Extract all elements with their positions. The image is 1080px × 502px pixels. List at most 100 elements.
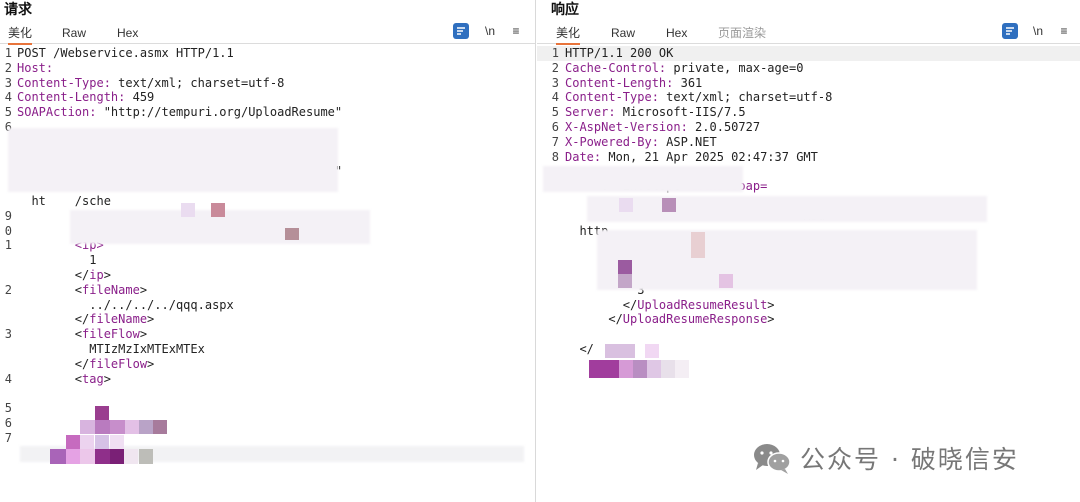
code-line: 6 X-AspNet-Version: 2.0.50727: [537, 120, 1080, 135]
line-number: 8: [551, 149, 559, 164]
code-token: text/xml; charset=utf-8: [110, 75, 285, 90]
line-content: X-AspNet-Version: 2.0.50727: [565, 120, 760, 135]
redaction-blur: [543, 166, 743, 192]
code-token: >: [767, 312, 775, 327]
watermark: 公众号 · 破晓信安: [752, 440, 1019, 476]
view-layout-toggle[interactable]: [996, 0, 1076, 4]
response-tab-render[interactable]: 页面渲染: [718, 25, 766, 41]
code-token: </: [565, 342, 594, 356]
response-newline-button[interactable]: \n: [1030, 23, 1046, 39]
code-token: UploadResumeResult: [637, 297, 768, 312]
redaction-pixel: [80, 420, 95, 434]
redaction-pixel: [605, 344, 635, 358]
redaction-pixel: [95, 435, 109, 449]
line-number: 5: [4, 401, 12, 416]
redaction-pixel: [691, 232, 705, 258]
request-newline-button[interactable]: \n: [482, 23, 498, 39]
redaction-pixel: [285, 228, 299, 240]
code-token: Content-Length:: [17, 90, 126, 105]
code-line: 4 Content-Length: 459: [0, 90, 535, 105]
code-token: </: [17, 312, 90, 327]
code-token: tag: [82, 371, 104, 386]
redaction-pixel: [618, 274, 632, 288]
line-number: 2: [4, 60, 12, 75]
redaction-blur: [597, 230, 977, 290]
redaction-pixel: [675, 360, 689, 378]
redaction-pixel: [619, 198, 633, 212]
code-token: 1: [17, 253, 97, 268]
line-content: </UploadResumeResult>: [565, 298, 775, 313]
redaction-pixel: [80, 449, 95, 464]
line-content: Content-Length: 459: [17, 90, 154, 105]
redaction-pixel: [139, 449, 153, 464]
request-tab-hex[interactable]: Hex: [117, 25, 138, 41]
watermark-text: 公众号 · 破晓信安: [800, 445, 1019, 474]
line-content: <fileName>: [17, 283, 147, 298]
line-content: Cache-Control: private, max-age=0: [565, 61, 803, 76]
line-content: ../../../../qqq.aspx: [17, 298, 234, 313]
request-pretty-toggle-icon[interactable]: [453, 23, 469, 39]
code-line: </ip>: [0, 268, 535, 283]
code-line: 4 Content-Type: text/xml; charset=utf-8: [537, 90, 1080, 105]
code-line: 1 HTTP/1.1 200 OK: [537, 46, 1080, 61]
response-pane: 响应 美化 Raw Hex 页面渲染 \n ≡ 1 HTTP/1.1 200 OK…: [537, 0, 1080, 502]
line-content: X-Powered-By: ASP.NET: [565, 135, 717, 150]
line-content: Content-Type: text/xml; charset=utf-8: [565, 90, 832, 105]
request-menu-icon[interactable]: ≡: [508, 23, 524, 39]
line-number: 5: [4, 105, 12, 120]
line-number: 6: [4, 416, 12, 430]
redaction-pixel: [719, 274, 733, 288]
response-title: 响应: [551, 1, 579, 17]
request-tab-raw[interactable]: Raw: [62, 25, 86, 41]
redaction-pixel: [645, 344, 659, 358]
redaction-pixel: [589, 360, 619, 378]
redaction-pixel: [66, 435, 80, 449]
response-tab-pretty[interactable]: 美化: [556, 25, 581, 45]
line-content: <tag>: [17, 372, 111, 387]
line-content: </fileName>: [17, 312, 154, 327]
code-token: 2.0.50727: [687, 120, 761, 134]
code-token: Date:: [565, 149, 602, 164]
code-token: Mon, 21 Apr 2025 02:47:37 GMT: [601, 149, 818, 164]
code-line: 2 Host:: [0, 61, 535, 76]
response-tab-raw[interactable]: Raw: [611, 25, 635, 41]
code-token: Content-Type:: [17, 75, 111, 90]
code-line: 4 <tag>: [0, 372, 535, 387]
line-number: 2: [551, 60, 559, 75]
redaction-pixel: [153, 420, 167, 434]
response-tab-hex[interactable]: Hex: [666, 25, 687, 41]
line-content: </: [565, 342, 594, 357]
code-line: 5 Server: Microsoft-IIS/7.5: [537, 105, 1080, 120]
response-pretty-toggle-icon[interactable]: [1002, 23, 1018, 39]
redaction-pixel: [211, 203, 225, 217]
line-content: Content-Type: text/xml; charset=utf-8: [17, 76, 284, 91]
code-token: Cache-Control:: [565, 60, 667, 75]
code-token: >: [139, 282, 148, 297]
line-content: Content-Length: 361: [565, 76, 702, 91]
code-line: 7 X-Powered-By: ASP.NET: [537, 135, 1080, 150]
line-content: ht /sche: [17, 194, 110, 209]
code-token: Host:: [17, 60, 54, 75]
line-content: Server: Microsoft-IIS/7.5: [565, 105, 746, 120]
line-number: 6: [551, 120, 559, 134]
redaction-pixel: [110, 420, 125, 434]
line-number: 2: [4, 282, 12, 297]
code-token: </: [565, 297, 638, 312]
code-token: Server:: [565, 105, 616, 120]
line-number: 4: [4, 90, 12, 105]
code-token: X-AspNet-Version:: [565, 120, 688, 134]
request-tab-pretty[interactable]: 美化: [8, 25, 33, 45]
code-line: 1 POST /Webservice.asmx HTTP/1.1: [0, 46, 535, 61]
code-line: </fileFlow>: [0, 357, 535, 372]
redaction-pixel: [110, 449, 124, 464]
response-menu-icon[interactable]: ≡: [1056, 23, 1072, 39]
line-number: 3: [551, 75, 559, 90]
redaction-pixel: [124, 449, 138, 464]
code-token: fileFlow: [89, 356, 148, 371]
line-content: </fileFlow>: [17, 357, 154, 372]
line-content: MTIzMzIxMTExMTEx: [17, 342, 205, 357]
code-token: ASP.NET: [658, 134, 717, 149]
code-line: ht /sche: [0, 194, 535, 209]
redaction-pixel: [647, 360, 661, 378]
redaction-pixel: [80, 435, 94, 449]
